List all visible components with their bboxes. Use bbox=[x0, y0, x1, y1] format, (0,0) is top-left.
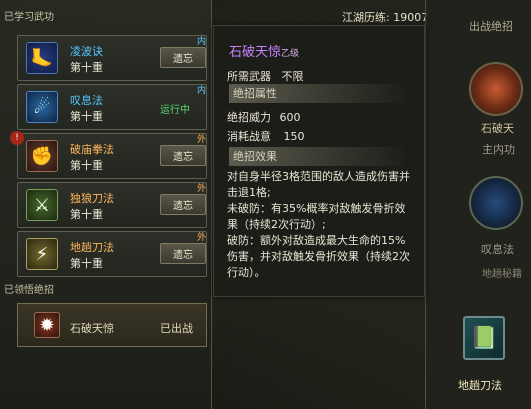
ultimate-tooltip: 石破天惊乙级 所需武器 不限 绝招属性 绝招威力 600 消耗战意 150 绝招… bbox=[213, 25, 425, 297]
forget-button-0[interactable]: 遗忘 bbox=[160, 47, 206, 68]
skill-card-0[interactable]: 🦶 凌波诀 第十重 遗忘 内 bbox=[17, 35, 207, 81]
fist-icon: ✊ bbox=[26, 140, 58, 172]
skill-level-3: 第十重 bbox=[70, 208, 103, 221]
right-equip-panel: 出战绝招 石破天 主内功 叹息法 地趟秘籍 📗 地趟刀法 bbox=[425, 0, 531, 409]
ultimate-name: 石破天惊 bbox=[70, 322, 114, 335]
effect-line-3: 破防：额外对敌造成最大生命的15%伤害，并对敌触发骨折效果（持续2次行动）。 bbox=[227, 234, 410, 279]
inner-tag-1: 内 bbox=[196, 86, 206, 96]
wolf-blade-icon: ⚔ bbox=[26, 189, 58, 221]
weapon-value: 不限 bbox=[281, 70, 304, 83]
cost-row: 消耗战意 150 bbox=[227, 128, 305, 144]
learned-skills-title: 已学习武功 bbox=[4, 12, 54, 23]
cost-label: 消耗战意 bbox=[227, 130, 271, 143]
power-row: 绝招威力 600 bbox=[227, 109, 301, 125]
skill-level-0: 第十重 bbox=[70, 61, 103, 74]
cost-value: 150 bbox=[283, 130, 305, 143]
running-status: 运行中 bbox=[160, 105, 190, 116]
skill-level-4: 第十重 bbox=[70, 257, 103, 270]
attributes-section: 绝招属性 bbox=[229, 84, 404, 103]
exp-value: 19007 bbox=[393, 11, 429, 24]
ultimate-slot-label: 石破天 bbox=[481, 122, 514, 135]
skill-name-4: 地趟刀法 bbox=[70, 241, 114, 254]
ultimate-title: 已领悟绝招 bbox=[4, 285, 54, 296]
skill-level-2: 第十重 bbox=[70, 159, 103, 172]
weapon-label: 所需武器 bbox=[227, 70, 271, 83]
skill-card-3[interactable]: ⚔ 独狼刀法 第十重 遗忘 外 bbox=[17, 182, 207, 228]
weapon-row: 所需武器 不限 bbox=[227, 68, 304, 84]
exp-display: 江湖历练: 19007 bbox=[342, 9, 428, 25]
outer-tag-4: 外 bbox=[196, 233, 206, 243]
effect-description: 对自身半径3格范围的敌人造成伤害并击退1格; 未破防：有35%概率对敌触发骨折效… bbox=[227, 169, 415, 281]
effect-section: 绝招效果 bbox=[229, 147, 404, 166]
skill-card-2[interactable]: ! ✊ 破庙拳法 第十重 遗忘 外 bbox=[10, 131, 207, 179]
skill-card-4[interactable]: ⚡ 地趟刀法 第十重 遗忘 外 bbox=[17, 231, 207, 277]
right-panel-title: 出战绝招 bbox=[469, 20, 513, 33]
effect-line-1: 对自身半径3格范围的敌人造成伤害并击退1格; bbox=[227, 170, 410, 199]
skill-name-2: 破庙拳法 bbox=[70, 143, 114, 156]
internal-slot-label: 叹息法 bbox=[481, 243, 514, 256]
skill-name-0: 凌波诀 bbox=[70, 45, 103, 58]
power-value: 600 bbox=[279, 111, 301, 124]
outer-tag-2: 外 bbox=[196, 135, 206, 145]
ultimate-slot-icon[interactable] bbox=[469, 62, 523, 116]
blue-spirit-icon: ☄ bbox=[26, 91, 58, 123]
book-icon: 📗 bbox=[470, 325, 498, 351]
skill-name-1: 叹息法 bbox=[70, 94, 103, 107]
equipped-ultimate[interactable]: ✹ 石破天惊 已出战 bbox=[17, 303, 207, 347]
effect-line-2: 未破防：有35%概率对敌触发骨折效果（持续2次行动）; bbox=[227, 202, 406, 231]
book-slot[interactable]: 📗 bbox=[463, 316, 505, 360]
exp-label: 江湖历练: bbox=[342, 11, 390, 24]
manual-partial-label: 地趟秘籍 bbox=[482, 269, 522, 280]
forget-button-3[interactable]: 遗忘 bbox=[160, 194, 206, 215]
ground-blade-icon: ⚡ bbox=[26, 238, 58, 270]
internal-slot-icon[interactable] bbox=[469, 176, 523, 230]
stone-burst-icon: ✹ bbox=[34, 312, 60, 338]
ultimate-status: 已出战 bbox=[160, 322, 193, 335]
skill-name-3: 独狼刀法 bbox=[70, 192, 114, 205]
tooltip-grade: 乙级 bbox=[281, 49, 300, 59]
forget-button-4[interactable]: 遗忘 bbox=[160, 243, 206, 264]
learned-skills-panel: 已学习武功 🦶 凌波诀 第十重 遗忘 内 ☄ 叹息法 第十重 运行中 内 ! ✊… bbox=[0, 0, 212, 409]
skill-card-1[interactable]: ☄ 叹息法 第十重 运行中 内 bbox=[17, 84, 207, 130]
outer-tag-3: 外 bbox=[196, 184, 206, 194]
tooltip-title: 石破天惊乙级 bbox=[229, 41, 299, 60]
inner-tag-0: 内 bbox=[196, 37, 206, 47]
warning-icon: ! bbox=[10, 131, 24, 145]
book-label: 地趟刀法 bbox=[458, 379, 502, 392]
feet-icon: 🦶 bbox=[26, 42, 58, 74]
skill-level-1: 第十重 bbox=[70, 110, 103, 123]
power-label: 绝招威力 bbox=[227, 111, 271, 124]
forget-button-2[interactable]: 遗忘 bbox=[160, 145, 206, 166]
tooltip-name: 石破天惊 bbox=[229, 45, 282, 60]
main-internal-label: 主内功 bbox=[482, 143, 515, 156]
